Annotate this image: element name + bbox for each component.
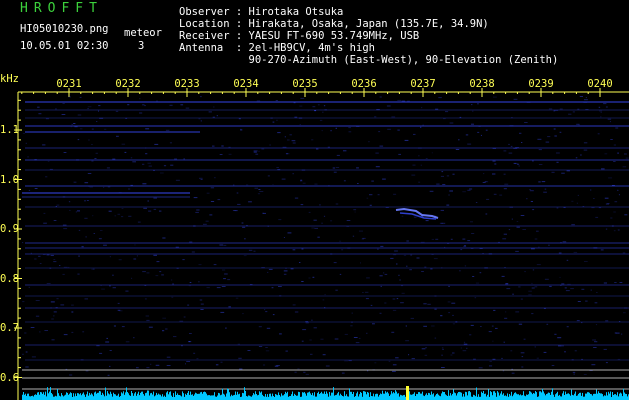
time-tick-label: 0235 [292, 78, 318, 90]
meteor-count: 3 [138, 40, 145, 52]
time-tick-label: 0239 [528, 78, 554, 90]
frequency-unit-label: kHz [0, 73, 19, 85]
frequency-tick-label: 0.8 [0, 272, 19, 285]
time-tick-label: 0240 [587, 78, 613, 90]
observer-line: Observer : Hirotaka Otsuka [179, 6, 344, 18]
time-tick-label: 0232 [115, 78, 141, 90]
antenna-detail-line: 90-270-Azimuth (East-West), 90-Elevation… [179, 54, 559, 66]
time-tick-label: 0234 [233, 78, 259, 90]
frequency-tick-label: 0.7 [0, 322, 19, 334]
receiver-line: Receiver : YAESU FT-690 53.749MHz, USB [179, 30, 420, 42]
date-time: 10.05.01 02:30 [20, 40, 109, 52]
time-tick-label: 0238 [469, 78, 495, 90]
time-tick-label: 0237 [410, 78, 436, 90]
file-name: HI05010230.png [20, 23, 109, 35]
meteor-spike [406, 386, 409, 400]
frequency-tick-label: 0.9 [0, 223, 19, 235]
meteor-label: meteor [124, 27, 162, 39]
frequency-tick-label: 1.0 [0, 173, 19, 186]
time-tick-label: 0231 [56, 78, 82, 90]
time-tick-label: 0236 [351, 78, 377, 90]
noise-speckle [22, 96, 629, 376]
app-title: HROFFT [20, 1, 103, 16]
frequency-tick-label: 1.1 [0, 124, 19, 136]
time-tick-label: 0233 [174, 78, 200, 90]
antenna-line: Antenna : 2el-HB9CV, 4m's high [179, 42, 375, 54]
location-line: Location : Hirakata, Osaka, Japan (135.7… [179, 18, 489, 30]
hrofft-window: HROFFT HI05010230.png meteor 3 10.05.01 … [0, 0, 629, 400]
frequency-tick-label: 0.6 [0, 371, 19, 384]
